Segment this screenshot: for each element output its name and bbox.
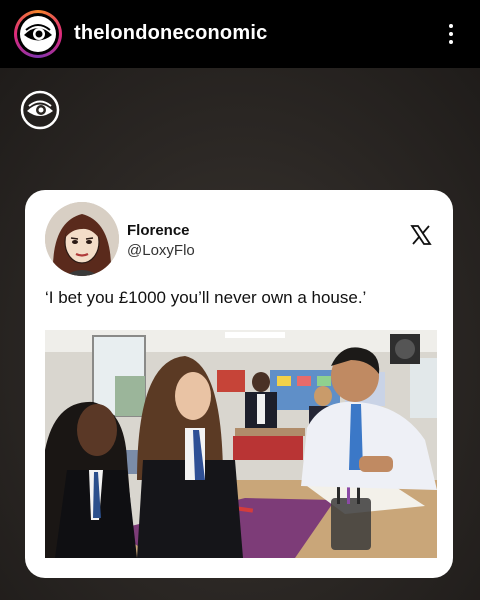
display-name[interactable]: Florence [127, 222, 190, 239]
profile-avatar[interactable] [14, 10, 62, 58]
eye-logo-icon [24, 24, 52, 41]
tweet-text: ‘I bet you £1000 you’ll never own a hous… [45, 288, 367, 307]
eye-logo-icon [20, 90, 60, 130]
x-logo-icon [410, 224, 432, 246]
user-handle[interactable]: @LoxyFlo [127, 242, 195, 259]
post-header: thelondoneconomic [0, 0, 480, 68]
more-vertical-icon[interactable] [440, 20, 462, 48]
tweet-card: Florence @LoxyFlo ‘I bet you £1000 you’l… [25, 190, 453, 578]
username[interactable]: thelondoneconomic [74, 22, 267, 45]
avatar[interactable] [45, 202, 119, 276]
tweet-photo[interactable] [45, 330, 437, 558]
